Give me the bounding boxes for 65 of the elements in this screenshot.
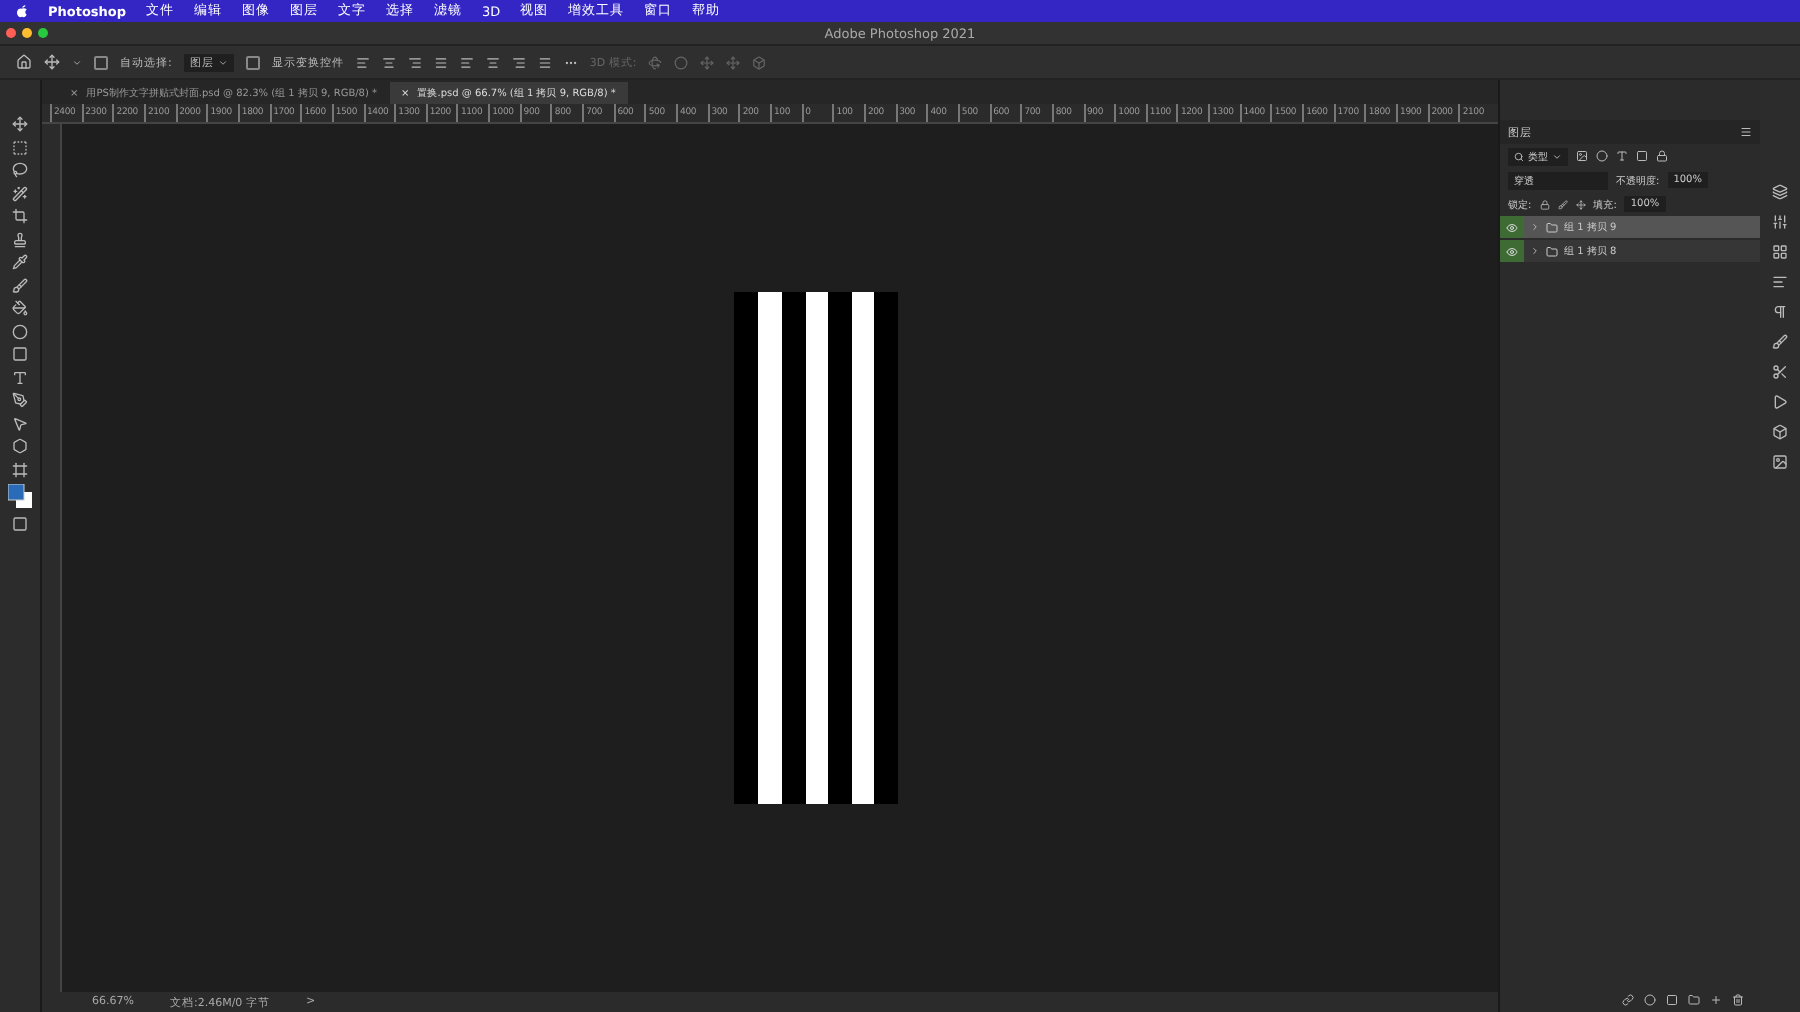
cube-icon[interactable] xyxy=(1772,424,1788,440)
layers-icon[interactable] xyxy=(1772,184,1788,200)
image-filter-icon[interactable] xyxy=(1576,150,1588,162)
stamp-icon[interactable] xyxy=(12,231,28,247)
paragraph-icon[interactable] xyxy=(1772,304,1788,320)
minimize-button[interactable] xyxy=(22,28,32,38)
close-button[interactable] xyxy=(6,28,16,38)
caret-icon[interactable] xyxy=(72,57,82,67)
align-middle-icon[interactable] xyxy=(485,55,500,69)
type-icon[interactable] xyxy=(12,369,28,385)
lock-filter-icon[interactable] xyxy=(1656,150,1668,162)
play-icon[interactable] xyxy=(1772,394,1788,410)
pen-icon[interactable] xyxy=(12,392,28,408)
new-layer-icon[interactable] xyxy=(1710,994,1722,1006)
brush-icon[interactable] xyxy=(12,277,28,293)
eye-icon[interactable] xyxy=(1500,216,1524,238)
caret-icon xyxy=(1552,151,1562,161)
circle-icon[interactable] xyxy=(12,323,28,339)
show-transform-checkbox[interactable] xyxy=(245,55,260,69)
image-icon[interactable] xyxy=(1772,454,1788,470)
pointer-icon[interactable] xyxy=(12,415,28,431)
align-right-icon[interactable] xyxy=(407,55,422,69)
move-icon[interactable] xyxy=(44,54,60,70)
align-center-icon[interactable] xyxy=(381,55,396,69)
folder-icon xyxy=(1546,245,1558,257)
lock-icon[interactable] xyxy=(1539,199,1550,209)
auto-select-checkbox[interactable] xyxy=(94,55,108,69)
align-top-icon[interactable] xyxy=(459,55,474,69)
lasso-icon[interactable] xyxy=(12,162,28,178)
marquee-icon[interactable] xyxy=(12,139,28,155)
crop-icon[interactable] xyxy=(12,208,28,224)
text-icon[interactable] xyxy=(1772,274,1788,290)
sliders-icon[interactable] xyxy=(1772,214,1788,230)
move-lock-icon[interactable] xyxy=(1575,199,1586,209)
panel-menu-icon[interactable] xyxy=(1740,126,1752,138)
trash-icon[interactable] xyxy=(1732,994,1744,1006)
brush-icon[interactable] xyxy=(1772,334,1788,350)
expand-icon[interactable] xyxy=(1530,222,1540,232)
distribute-vertical-icon[interactable] xyxy=(537,55,552,69)
align-left-icon[interactable] xyxy=(355,55,370,69)
caret-icon xyxy=(217,57,228,67)
maximize-button[interactable] xyxy=(38,28,48,38)
shape-icon[interactable] xyxy=(12,438,28,454)
brush-lock-icon[interactable] xyxy=(1557,199,1568,209)
eye-icon[interactable] xyxy=(1500,240,1524,262)
eyedropper-icon[interactable] xyxy=(12,254,28,270)
home-icon[interactable] xyxy=(16,54,32,70)
type-filter-icon[interactable] xyxy=(1616,150,1628,162)
folder-icon xyxy=(1546,221,1558,233)
bucket-icon[interactable] xyxy=(12,300,28,316)
align-bottom-icon[interactable] xyxy=(511,55,526,69)
distribute-icon[interactable] xyxy=(433,55,448,69)
link-icon[interactable] xyxy=(1622,994,1634,1006)
color-swatches-icon[interactable] xyxy=(8,484,32,508)
grid-icon[interactable] xyxy=(1772,244,1788,260)
apple-icon[interactable] xyxy=(16,4,28,18)
search-icon xyxy=(1514,151,1524,161)
wand-icon[interactable] xyxy=(12,185,28,201)
expand-icon[interactable] xyxy=(1530,246,1540,256)
scissors-icon[interactable] xyxy=(1772,364,1788,380)
folder-icon[interactable] xyxy=(1688,994,1700,1006)
shape-filter-icon[interactable] xyxy=(1636,150,1648,162)
move-icon[interactable] xyxy=(12,116,28,132)
frame-icon[interactable] xyxy=(12,461,28,477)
screen-mode-icon[interactable] xyxy=(12,515,28,531)
